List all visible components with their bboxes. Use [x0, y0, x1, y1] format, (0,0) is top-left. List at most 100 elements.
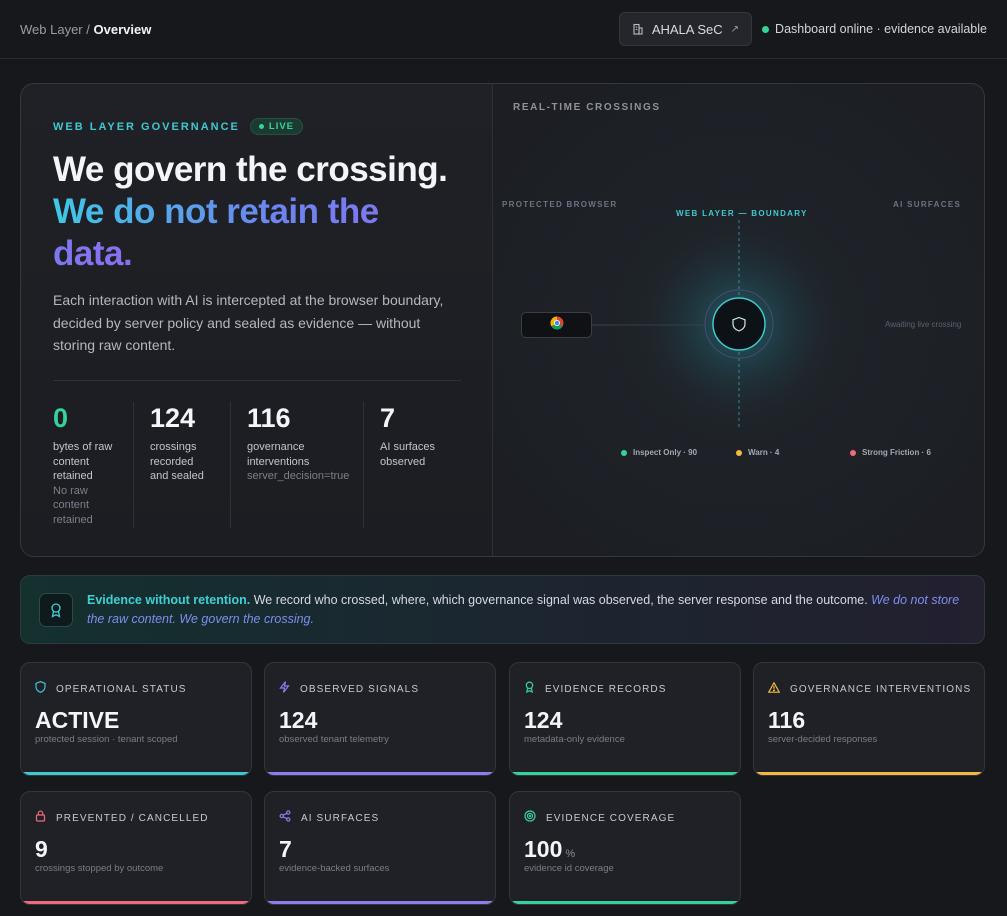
card-value: 100%	[524, 836, 576, 862]
hero-stats: 0 bytes of raw content retained No raw c…	[53, 402, 461, 528]
boundary-label: WEB LAYER — BOUNDARY	[676, 209, 808, 218]
shield-icon	[35, 680, 46, 698]
card-title: EVIDENCE RECORDS	[545, 683, 667, 695]
card-sub: metadata-only evidence	[524, 734, 625, 745]
card-unit: %	[565, 848, 576, 860]
stat-value: 124	[150, 403, 196, 433]
stat-value: 116	[247, 403, 291, 433]
card-sub: evidence-backed surfaces	[279, 863, 390, 874]
stat-label: bytes of raw content retained	[53, 441, 113, 482]
legend-warn: Warn · 4	[736, 448, 779, 457]
legend-label: Strong Friction · 6	[862, 448, 931, 457]
share-icon	[279, 809, 291, 827]
evidence-banner-text: Evidence without retention. We record wh…	[87, 591, 966, 629]
awaiting-crossing-text: Awaiting live crossing	[885, 320, 962, 329]
card-accent-bar	[510, 901, 740, 904]
org-name: AHALA SeC	[651, 21, 723, 37]
stat-sub: server_decision=true	[247, 470, 350, 482]
browser-node[interactable]	[521, 312, 592, 338]
live-badge: LIVE	[249, 118, 304, 135]
ai-surfaces-label: AI SURFACES	[893, 200, 962, 209]
building-icon	[632, 23, 644, 35]
stat-label: governance interventions	[247, 441, 310, 468]
card-value: ACTIVE	[35, 707, 120, 733]
org-switcher-button[interactable]: AHALA SeC ↗	[618, 12, 753, 46]
status-text: Dashboard online · evidence available	[775, 22, 987, 36]
card-operational-status[interactable]: OPERATIONAL STATUS ACTIVE protected sess…	[20, 662, 252, 776]
legend-label: Warn · 4	[748, 448, 780, 457]
card-value: 124	[279, 707, 318, 733]
live-dot-icon	[258, 124, 264, 129]
target-icon	[524, 809, 536, 827]
card-accent-bar	[754, 772, 984, 775]
stat-label: AI surfaces observed	[380, 441, 436, 468]
card-evidence-records[interactable]: EVIDENCE RECORDS 124 metadata-only evide…	[509, 662, 741, 776]
stat-crossings: 124 crossings recorded and sealed	[133, 402, 230, 528]
chrome-icon	[549, 316, 564, 335]
card-accent-bar	[21, 901, 251, 904]
stats-divider	[53, 380, 461, 381]
stat-interventions: 116 governance interventions server_deci…	[230, 402, 363, 528]
card-evidence-coverage[interactable]: EVIDENCE COVERAGE 100% evidence id cover…	[509, 791, 741, 905]
card-title: GOVERNANCE INTERVENTIONS	[790, 683, 972, 695]
top-bar: Web Layer / Overview AHALA SeC ↗ Dashboa…	[0, 0, 1007, 59]
card-sub: server-decided responses	[768, 734, 878, 745]
card-accent-bar	[510, 772, 740, 775]
card-ai-surfaces[interactable]: AI SURFACES 7 evidence-backed surfaces	[264, 791, 496, 905]
card-observed-signals[interactable]: OBSERVED SIGNALS 124 observed tenant tel…	[264, 662, 496, 776]
banner-strong: Evidence without retention.	[87, 592, 251, 607]
card-title: EVIDENCE COVERAGE	[546, 812, 676, 824]
stat-label: crossings recorded and sealed	[150, 441, 204, 482]
protected-browser-label: PROTECTED BROWSER	[502, 200, 618, 209]
legend-dot-icon	[736, 449, 742, 456]
card-sub: evidence id coverage	[524, 863, 614, 874]
hero-panel: WEB LAYER GOVERNANCE LIVE We govern the …	[20, 83, 985, 557]
stat-value: 0	[53, 403, 69, 433]
card-accent-bar	[265, 772, 495, 775]
award-icon	[39, 592, 73, 627]
status-dot-icon	[762, 25, 770, 33]
breadcrumb-root[interactable]: Web Layer	[20, 22, 83, 37]
breadcrumb: Web Layer / Overview	[20, 22, 151, 37]
card-title: AI SURFACES	[301, 812, 380, 824]
stat-value: 7	[380, 403, 396, 433]
card-title: OBSERVED SIGNALS	[300, 683, 420, 695]
warning-icon	[767, 680, 781, 698]
stat-ai-surfaces: 7 AI surfaces observed	[363, 402, 461, 528]
banner-body: We record who crossed, where, which gove…	[250, 592, 872, 607]
hero-eyebrow: WEB LAYER GOVERNANCE	[53, 120, 240, 133]
card-title: PREVENTED / CANCELLED	[56, 812, 209, 824]
breadcrumb-current: Overview	[93, 21, 152, 37]
card-sub: protected session · tenant scoped	[35, 734, 178, 745]
hero-description: Each interaction with AI is intercepted …	[53, 292, 444, 353]
legend-dot-icon	[850, 449, 856, 456]
dashboard-status: Dashboard online · evidence available	[762, 22, 987, 36]
breadcrumb-separator: /	[86, 21, 90, 37]
bolt-icon	[279, 680, 290, 698]
evidence-banner: Evidence without retention. We record wh…	[20, 575, 985, 644]
legend-dot-icon	[621, 449, 627, 456]
stat-sub: No raw content retained	[53, 484, 93, 526]
live-label: LIVE	[268, 121, 295, 132]
card-accent-bar	[21, 772, 251, 775]
card-value: 116	[768, 707, 806, 733]
external-link-icon: ↗	[730, 23, 740, 35]
crossings-visualization: REAL-TIME CROSSINGS PROTECTED BROWSER WE…	[493, 84, 984, 556]
card-governance-interventions[interactable]: GOVERNANCE INTERVENTIONS 116 server-deci…	[753, 662, 985, 776]
card-value: 124	[524, 707, 563, 733]
card-sub: observed tenant telemetry	[279, 734, 389, 745]
boundary-node	[712, 297, 766, 351]
stat-raw-bytes: 0 bytes of raw content retained No raw c…	[53, 402, 133, 528]
hero-headline: We govern the crossing. We do not retain…	[53, 149, 460, 275]
card-value: 7	[279, 836, 292, 862]
headline-line-2: We do not retain the data.	[53, 192, 379, 273]
card-sub: crossings stopped by outcome	[35, 863, 164, 874]
card-value: 9	[35, 836, 48, 862]
card-prevented-cancelled[interactable]: PREVENTED / CANCELLED 9 crossings stoppe…	[20, 791, 252, 905]
award-icon	[524, 680, 535, 698]
headline-line-1: We govern the crossing.	[53, 150, 448, 189]
legend-strong-friction: Strong Friction · 6	[850, 448, 931, 457]
card-accent-bar	[265, 901, 495, 904]
viz-title: REAL-TIME CROSSINGS	[513, 102, 661, 113]
card-title: OPERATIONAL STATUS	[56, 683, 187, 695]
